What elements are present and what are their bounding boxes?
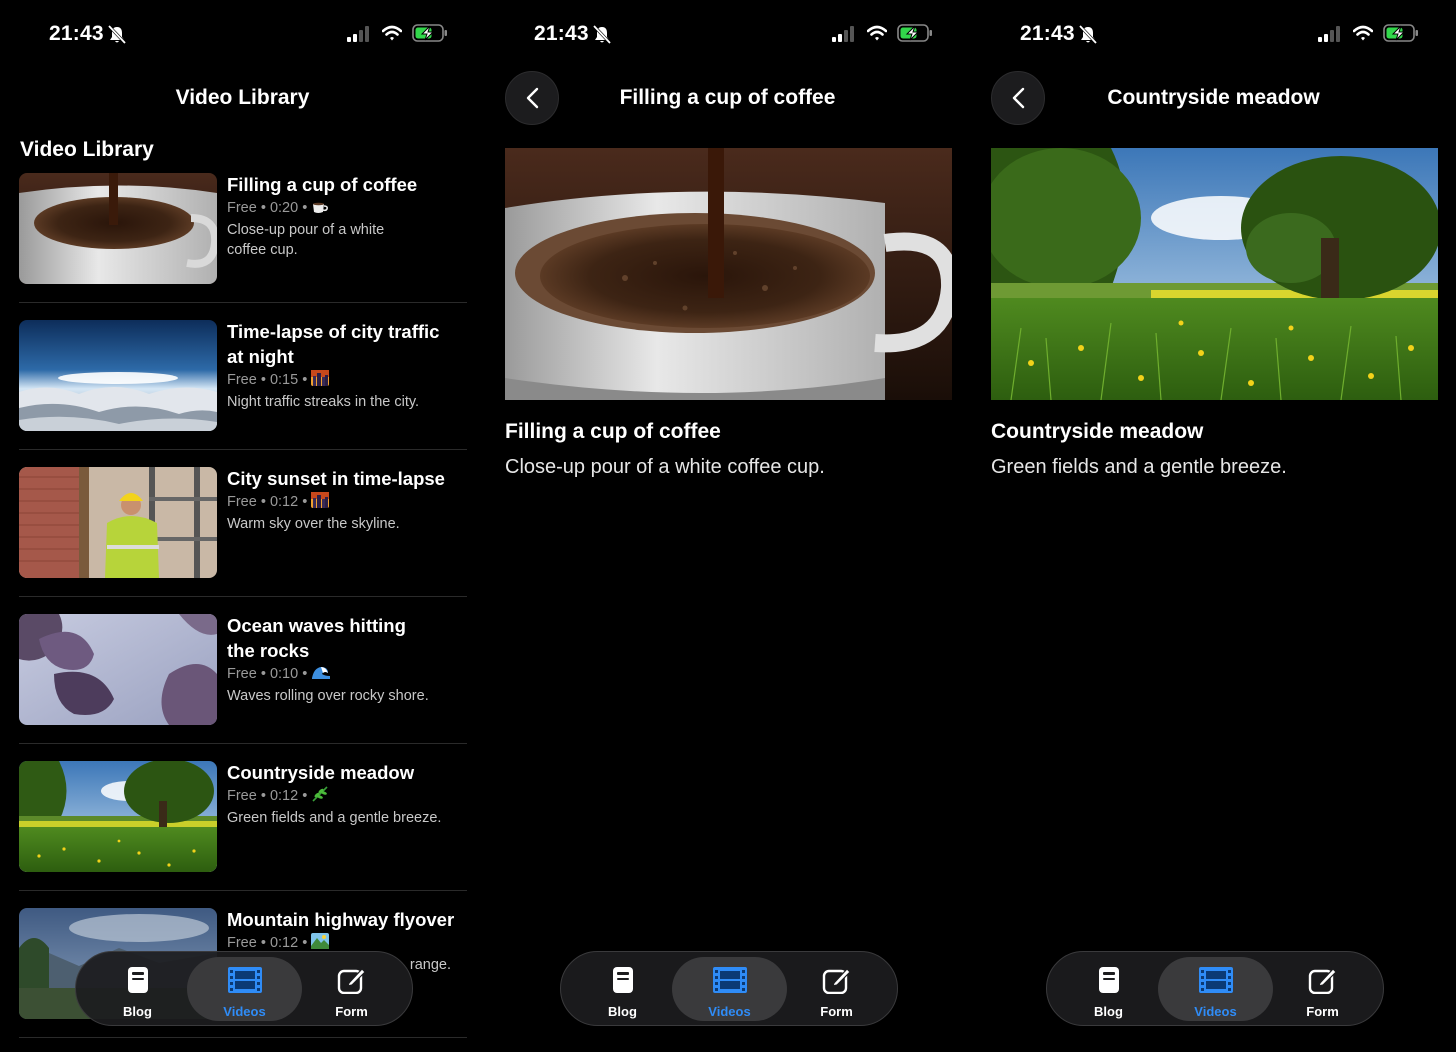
status-time: 21:43 <box>534 22 589 45</box>
tab-blog[interactable]: Blog <box>565 957 680 1021</box>
silent-bell-icon <box>108 25 126 45</box>
tab-blog[interactable]: Blog <box>80 957 195 1021</box>
video-title: Filling a cup of coffee <box>227 174 418 195</box>
status-bar: 21:43 <box>0 20 485 48</box>
battery-charging-icon <box>1383 24 1419 42</box>
tab-label: Blog <box>608 1004 637 1019</box>
tab-label: Videos <box>1194 1004 1237 1019</box>
blog-icon <box>612 967 633 993</box>
silent-bell-icon <box>593 25 611 45</box>
video-detail-meadow-screen: 21:43 Countryside meadow Countryside mea… <box>971 0 1456 1052</box>
compose-icon <box>1308 967 1337 994</box>
coffee-icon <box>311 200 329 220</box>
tab-label: Form <box>335 1004 368 1019</box>
video-description: Night traffic streaks in the city. <box>227 394 420 410</box>
tab-label: Blog <box>123 1004 152 1019</box>
tab-videos[interactable]: Videos <box>187 957 302 1021</box>
video-row-city-traffic[interactable]: Time-lapse of city traffic at night Free… <box>19 319 467 450</box>
tab-label: Form <box>820 1004 853 1019</box>
video-title: City sunset in time-lapse <box>227 468 445 489</box>
nav-title: Countryside meadow <box>1107 86 1320 109</box>
video-title: Filling a cup of coffee <box>505 420 721 443</box>
video-thumbnail <box>19 761 217 872</box>
cellular-signal-icon <box>832 26 854 42</box>
video-row-city-sunset[interactable]: City sunset in time-lapse Free • 0:12 • … <box>19 466 467 597</box>
tab-form[interactable]: Form <box>779 957 894 1021</box>
tab-label: Blog <box>1094 1004 1123 1019</box>
video-title: Countryside meadow <box>991 420 1204 443</box>
video-description: Close-up pour of a white coffee cup. <box>505 456 825 478</box>
battery-charging-icon <box>412 24 448 42</box>
film-icon <box>227 967 262 993</box>
blog-icon <box>127 967 148 993</box>
tab-label: Videos <box>223 1004 266 1019</box>
video-meta: Free • 0:15 • <box>227 370 467 392</box>
blog-icon <box>1098 967 1119 993</box>
video-player[interactable] <box>505 148 952 400</box>
status-time: 21:43 <box>49 22 104 45</box>
video-title: Time-lapse of city traffic at night <box>227 321 440 367</box>
tab-blog[interactable]: Blog <box>1051 957 1166 1021</box>
video-description: Green fields and a gentle breeze. <box>991 456 1287 478</box>
video-description: Green fields and a gentle breeze. <box>227 810 442 826</box>
video-thumbnail <box>19 173 217 284</box>
video-player[interactable] <box>991 148 1438 400</box>
tab-form[interactable]: Form <box>1265 957 1380 1021</box>
video-title: Ocean waves hitting the rocks <box>227 615 406 661</box>
herb-icon <box>311 786 329 808</box>
status-bar: 21:43 <box>971 20 1456 48</box>
wave-icon <box>311 664 331 686</box>
tab-bar: Blog Videos Form <box>75 951 413 1026</box>
city-sunset-icon <box>311 370 330 392</box>
silent-bell-icon <box>1079 25 1097 45</box>
film-icon <box>1198 967 1233 993</box>
tab-form[interactable]: Form <box>294 957 409 1021</box>
wifi-icon <box>382 25 402 41</box>
video-title: Mountain highway flyover <box>227 909 455 930</box>
nav-title: Filling a cup of coffee <box>619 86 836 109</box>
video-meta: Free • 0:12 • <box>227 786 467 808</box>
city-sunset-icon <box>311 492 330 514</box>
tab-label: Form <box>1306 1004 1339 1019</box>
wifi-icon <box>1353 25 1373 41</box>
compose-icon <box>337 967 366 994</box>
section-title: Video Library <box>20 138 154 161</box>
status-bar: 21:43 <box>485 20 970 48</box>
video-row-ocean-waves[interactable]: Ocean waves hitting the rocks Free • 0:1… <box>19 613 467 744</box>
video-detail-coffee-screen: 21:43 Filling a cup of coffee Filling a … <box>485 0 970 1052</box>
tab-label: Videos <box>708 1004 751 1019</box>
video-list: Filling a cup of coffee Free • 0:20 • Cl… <box>19 172 467 1052</box>
nav-title: Video Library <box>175 86 310 109</box>
cellular-signal-icon <box>347 26 369 42</box>
tab-bar: Blog Videos Form <box>1046 951 1384 1026</box>
compose-icon <box>822 967 851 994</box>
wifi-icon <box>867 25 887 41</box>
video-description: Waves rolling over rocky shore. <box>227 688 429 704</box>
film-icon <box>712 967 747 993</box>
video-library-screen: 21:43 Video Library Video Library Fillin… <box>0 0 485 1052</box>
tab-bar: Blog Videos Form <box>560 951 898 1026</box>
video-meta: Free • 0:20 • <box>227 198 467 220</box>
battery-charging-icon <box>897 24 933 42</box>
tab-videos[interactable]: Videos <box>1158 957 1273 1021</box>
video-meta: Free • 0:10 • <box>227 664 467 686</box>
video-description: Warm sky over the skyline. <box>227 516 400 532</box>
video-title: Countryside meadow <box>227 762 415 783</box>
video-description: Close-up pour of a white coffee cup. <box>227 222 385 258</box>
video-row-coffee[interactable]: Filling a cup of coffee Free • 0:20 • Cl… <box>19 172 467 303</box>
video-thumbnail <box>19 614 217 725</box>
video-thumbnail <box>19 320 217 431</box>
tab-videos[interactable]: Videos <box>672 957 787 1021</box>
video-meta: Free • 0:12 • <box>227 492 467 514</box>
cellular-signal-icon <box>1318 26 1340 42</box>
status-time: 21:43 <box>1020 22 1075 45</box>
video-row-countryside-meadow[interactable]: Countryside meadow Free • 0:12 • Green f… <box>19 760 467 891</box>
video-thumbnail <box>19 467 217 578</box>
